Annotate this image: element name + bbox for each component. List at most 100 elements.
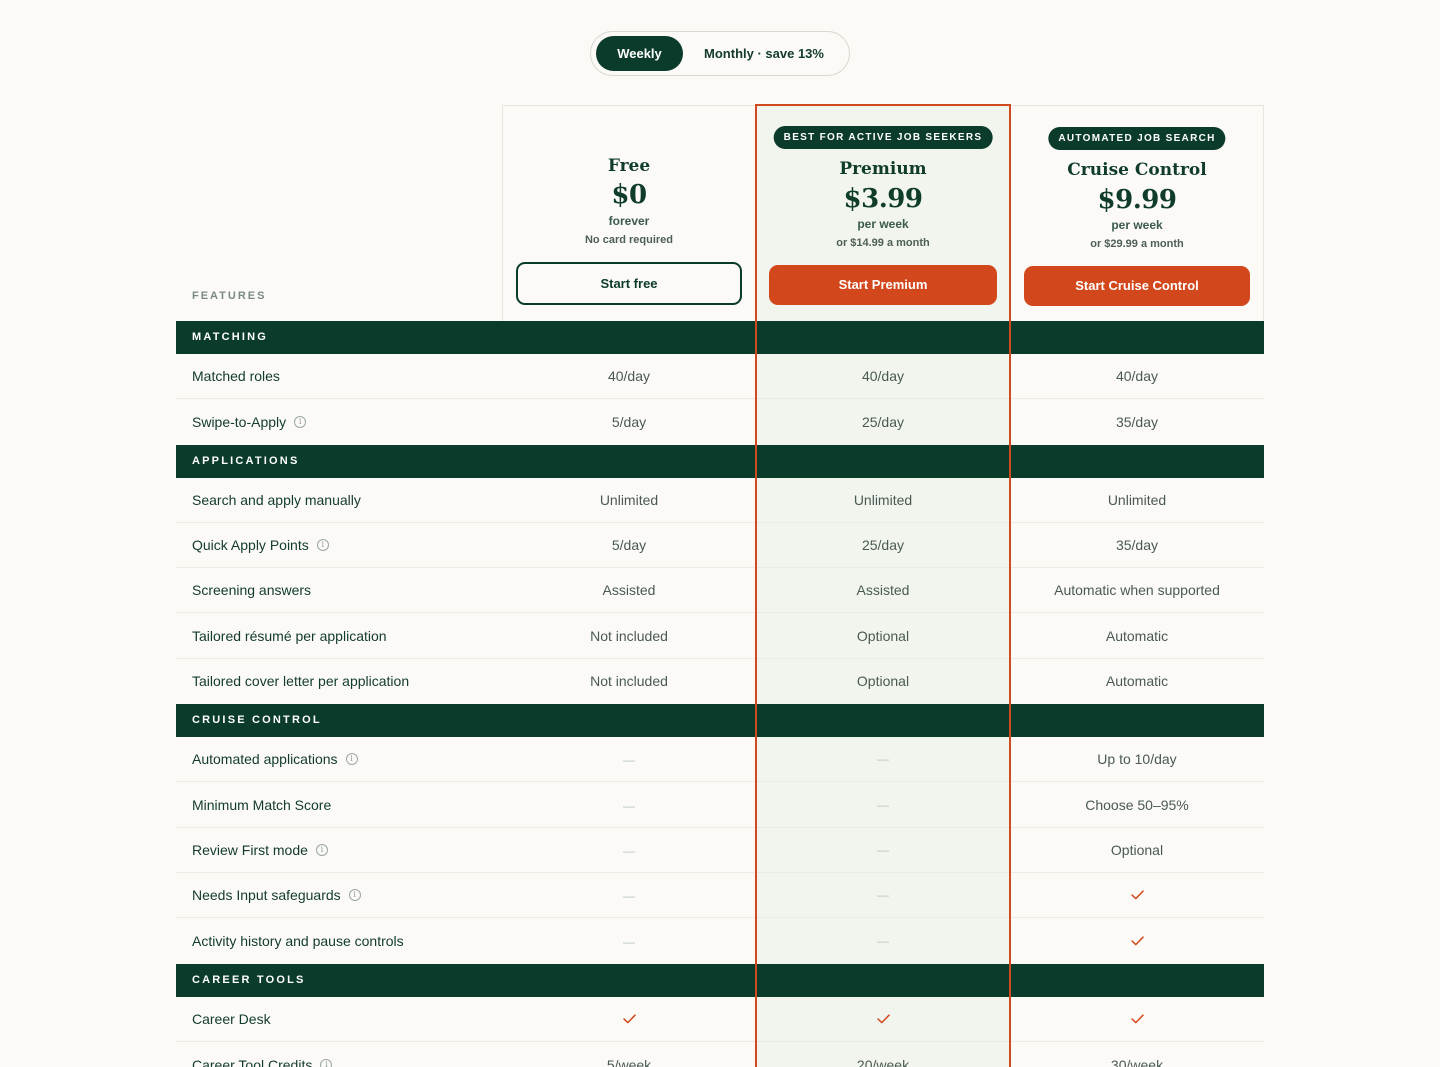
feature-label: Minimum Match Score bbox=[192, 796, 332, 813]
table-row: Minimum Match Score — — Choose 50–95% bbox=[176, 782, 1264, 828]
feature-cell: Quick Apply Points i bbox=[176, 537, 502, 553]
feature-label: Automated applications bbox=[192, 751, 338, 768]
dash-text: — bbox=[623, 843, 635, 858]
plan-value-cell: Unlimited bbox=[599, 491, 659, 508]
plan-note: or $14.99 a month bbox=[836, 237, 930, 249]
start-free-button[interactable]: Start free bbox=[516, 262, 742, 305]
plan-value-cell: Automatic when supported bbox=[1054, 582, 1220, 599]
table-row: Tailored cover letter per application Not… bbox=[176, 658, 1264, 705]
table-row: Career Desk bbox=[176, 996, 1264, 1042]
info-icon[interactable]: i bbox=[316, 539, 329, 552]
plan-value-cell: 35/day bbox=[1115, 537, 1159, 554]
not-included-dash: — bbox=[756, 872, 1010, 918]
plan-value-cell: Not included bbox=[590, 627, 668, 644]
plan-value-cell: Optional bbox=[756, 658, 1010, 705]
info-icon[interactable]: i bbox=[315, 843, 328, 856]
plan-value-cell: 5/day bbox=[611, 413, 647, 430]
start-cruise-control-button[interactable]: Start Cruise Control bbox=[1024, 266, 1250, 306]
plan-value-cell: 30/week bbox=[1110, 1056, 1164, 1067]
dash-text: — bbox=[623, 889, 635, 904]
info-icon[interactable]: i bbox=[320, 1058, 333, 1067]
plan-card-cruise-control: AUTOMATED JOB SEARCH Cruise Control $9.9… bbox=[1010, 105, 1264, 321]
plan-value-cell: Optional bbox=[756, 613, 1010, 658]
plan-value-cell: Automatic bbox=[1105, 627, 1169, 644]
check-icon bbox=[502, 1011, 756, 1027]
section-header: CRUISE CONTROL bbox=[176, 704, 1264, 738]
feature-comparison-table: MATCHING Matched roles 40/day 40/day 40/day S… bbox=[176, 321, 1264, 1067]
section-header: MATCHING bbox=[176, 321, 1264, 354]
not-included-dash: — bbox=[756, 782, 1010, 827]
info-icon[interactable]: i bbox=[294, 415, 307, 428]
plan-name: Premium bbox=[839, 159, 927, 179]
check-icon bbox=[1010, 1011, 1264, 1027]
plan-value-cell: Unlimited bbox=[756, 477, 1010, 522]
weekly-toggle-option[interactable]: Weekly bbox=[596, 36, 683, 71]
plan-note: or $29.99 a month bbox=[1090, 238, 1184, 250]
table-row: Swipe-to-Apply i 5/day 25/day 35/day bbox=[176, 399, 1264, 445]
dash-text: — bbox=[623, 753, 635, 768]
dash-text: — bbox=[877, 842, 889, 857]
table-row: Tailored résumé per application Not inclu… bbox=[176, 613, 1264, 659]
check-icon bbox=[1010, 887, 1264, 903]
dash-text: — bbox=[877, 888, 889, 903]
plan-value-cell: Choose 50–95% bbox=[1085, 796, 1189, 813]
plan-price: $3.99 bbox=[843, 184, 923, 214]
plan-period: forever bbox=[608, 214, 650, 228]
check-icon bbox=[756, 996, 1010, 1041]
feature-cell: Career Desk bbox=[176, 1011, 502, 1027]
plan-value-cell: 5/week bbox=[606, 1056, 652, 1067]
feature-cell: Swipe-to-Apply i bbox=[176, 414, 502, 430]
info-icon[interactable]: i bbox=[348, 889, 361, 902]
feature-label: Quick Apply Points bbox=[192, 537, 309, 554]
info-icon[interactable]: i bbox=[345, 753, 358, 766]
start-premium-button[interactable]: Start Premium bbox=[769, 265, 997, 305]
feature-label: Career Desk bbox=[192, 1010, 271, 1027]
feature-label: Matched roles bbox=[192, 368, 280, 385]
feature-label: Search and apply manually bbox=[192, 491, 361, 508]
not-included-dash: — bbox=[502, 751, 756, 767]
feature-label: Tailored cover letter per application bbox=[192, 673, 410, 690]
plan-card-free: Free $0 forever No card required Start f… bbox=[502, 105, 756, 321]
not-included-dash: — bbox=[502, 797, 756, 813]
plan-value-cell: 25/day bbox=[756, 399, 1010, 445]
table-row: Screening answers Assisted Assisted Automat… bbox=[176, 568, 1264, 614]
table-row: Matched roles 40/day 40/day 40/day bbox=[176, 354, 1264, 400]
feature-cell: Minimum Match Score bbox=[176, 797, 502, 813]
plan-value-cell: 40/day bbox=[1115, 368, 1159, 385]
feature-label: Career Tool Credits bbox=[192, 1056, 313, 1067]
plan-value-cell: Assisted bbox=[756, 568, 1010, 613]
not-included-dash: — bbox=[502, 842, 756, 858]
feature-label: Review First mode bbox=[192, 841, 308, 858]
not-included-dash: — bbox=[502, 887, 756, 903]
not-included-dash: — bbox=[502, 933, 756, 949]
table-row: Activity history and pause controls — — bbox=[176, 918, 1264, 964]
not-included-dash: — bbox=[756, 827, 1010, 872]
dash-text: — bbox=[877, 752, 889, 767]
plan-name: Cruise Control bbox=[1067, 160, 1207, 180]
feature-cell: Automated applications i bbox=[176, 751, 502, 767]
not-included-dash: — bbox=[756, 737, 1010, 782]
plan-value-cell: 35/day bbox=[1115, 413, 1159, 430]
plan-value-cell: 25/day bbox=[756, 522, 1010, 568]
check-icon bbox=[1010, 933, 1264, 949]
monthly-toggle-option[interactable]: Monthly · save 13% bbox=[691, 36, 837, 71]
feature-cell: Search and apply manually bbox=[176, 492, 502, 508]
plan-badge: BEST FOR ACTIVE JOB SEEKERS bbox=[773, 126, 993, 149]
feature-cell: Screening answers bbox=[176, 582, 502, 598]
section-header: CAREER TOOLS bbox=[176, 963, 1264, 997]
table-row: Needs Input safeguards i — — bbox=[176, 872, 1264, 919]
table-row: Career Tool Credits i 5/week 20/week 30/week bbox=[176, 1041, 1264, 1067]
feature-cell: Review First mode i bbox=[176, 842, 502, 858]
feature-cell: Activity history and pause controls bbox=[176, 933, 502, 949]
table-row: Search and apply manually Unlimited Unlimi… bbox=[176, 477, 1264, 523]
plan-period: per week bbox=[857, 217, 909, 231]
plan-value-cell: 40/day bbox=[607, 368, 651, 385]
table-row: Quick Apply Points i 5/day 25/day 35/day bbox=[176, 522, 1264, 569]
plan-value-cell: Optional bbox=[1110, 841, 1164, 858]
feature-cell: Needs Input safeguards i bbox=[176, 887, 502, 903]
plan-value-cell: Assisted bbox=[602, 582, 656, 599]
plan-value-cell: Not included bbox=[590, 673, 668, 690]
feature-cell: Tailored cover letter per application bbox=[176, 673, 502, 689]
feature-label: Screening answers bbox=[192, 582, 312, 599]
dash-text: — bbox=[877, 797, 889, 812]
